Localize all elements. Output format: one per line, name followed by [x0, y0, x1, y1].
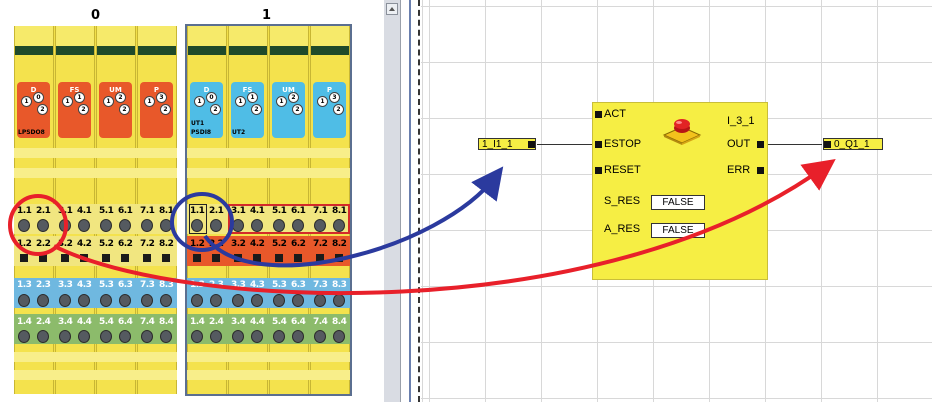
- annotation-overlay: [8, 158, 836, 296]
- highlight-circle-blue: [170, 192, 234, 252]
- arrow-blue: [203, 166, 504, 268]
- highlight-circle-red: [8, 194, 68, 256]
- arrow-red: [53, 158, 836, 296]
